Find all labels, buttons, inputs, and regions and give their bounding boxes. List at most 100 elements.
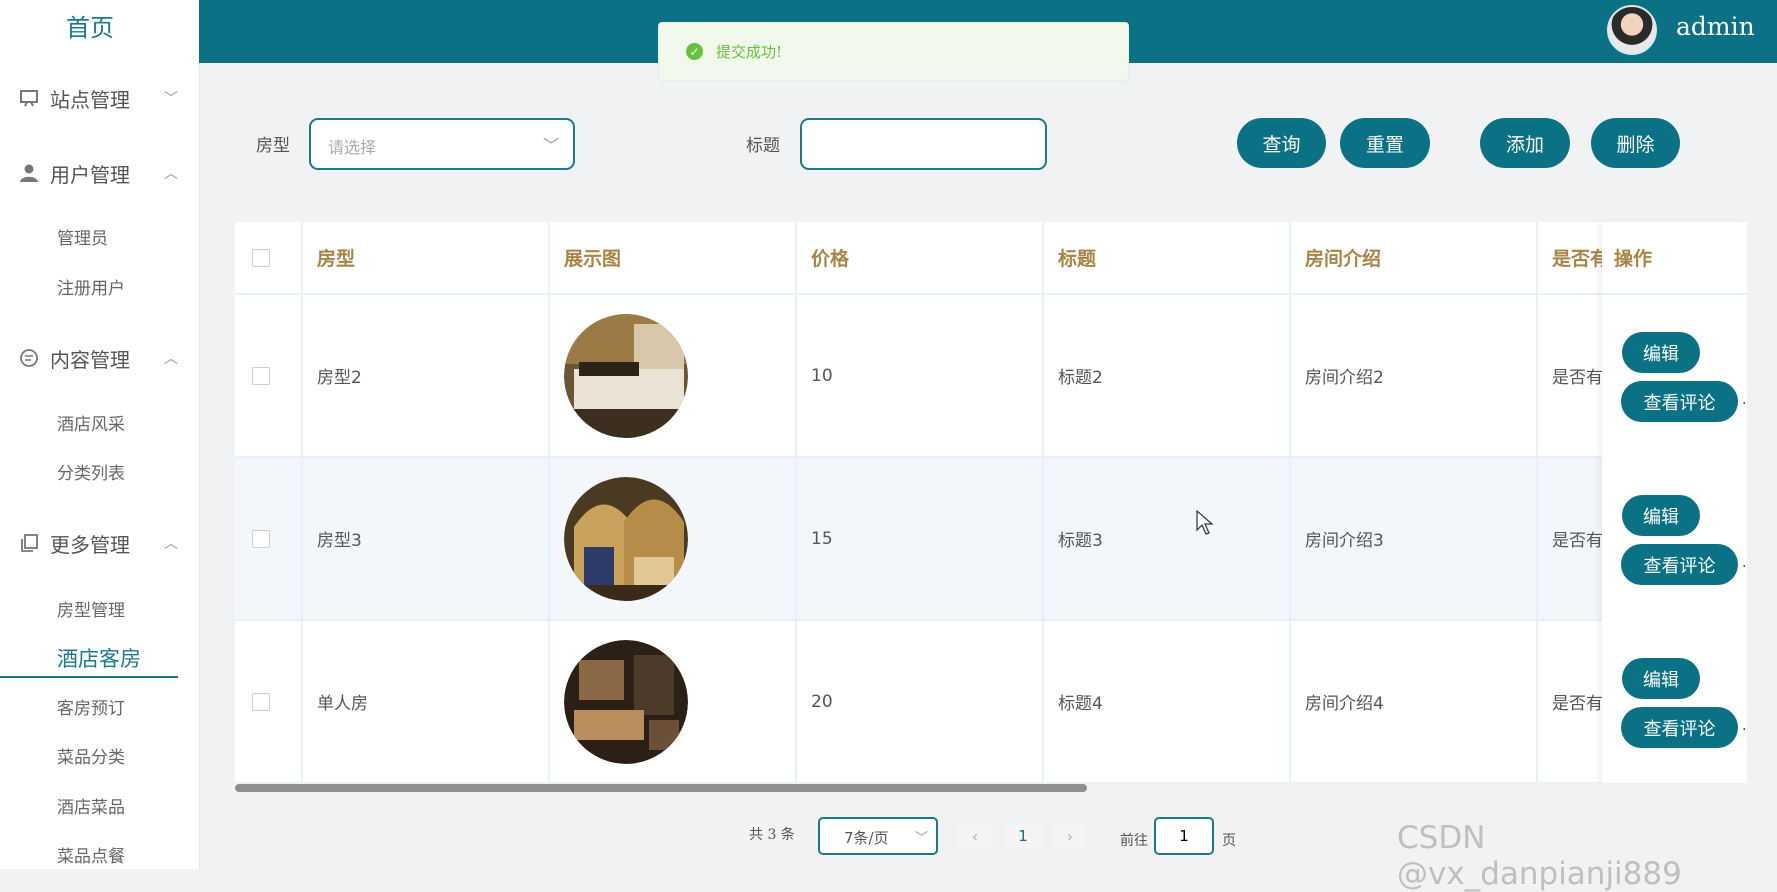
toast-message: 提交成功! — [716, 43, 783, 61]
cell-intro: 房间介绍2 — [1291, 295, 1538, 456]
reset-button[interactable]: 重置 — [1340, 118, 1430, 168]
check-circle-icon: ✓ — [686, 43, 703, 60]
cell-intro: 房间介绍4 — [1291, 621, 1538, 782]
sidebar-item-hotel-gallery[interactable]: 酒店风采 — [57, 410, 125, 435]
cell-image — [550, 295, 797, 456]
row-checkbox[interactable] — [252, 692, 270, 711]
cell-title: 标题3 — [1044, 458, 1291, 619]
delete-button[interactable]: 删除 — [1591, 118, 1680, 168]
cell-roomtype: 单人房 — [303, 621, 550, 782]
row-select-cell — [235, 621, 303, 782]
menu-group-label: 用户管理 — [50, 162, 130, 187]
roomtype-placeholder: 请选择 — [328, 138, 377, 157]
row-checkbox[interactable] — [252, 366, 270, 385]
more-dot: . — [1742, 555, 1747, 571]
avatar[interactable] — [1607, 5, 1657, 55]
table-row[interactable]: 房型3 15 标题3 房间介绍3 是否有 — [235, 458, 1747, 621]
cell-title: 标题4 — [1044, 621, 1291, 782]
edit-button[interactable]: 编辑 — [1622, 332, 1700, 373]
view-comments-button[interactable]: 查看评论 — [1621, 707, 1738, 748]
prev-page-button[interactable]: ‹ — [958, 820, 992, 852]
active-indicator — [0, 676, 178, 678]
username[interactable]: admin — [1676, 12, 1755, 41]
page-size-value: 7条/页 — [844, 829, 889, 847]
chevron-down-icon: ﹀ — [164, 91, 178, 107]
sidebar-item-admins[interactable]: 管理员 — [57, 224, 108, 249]
edit-button[interactable]: 编辑 — [1622, 495, 1700, 536]
cell-roomtype: 房型3 — [303, 458, 550, 619]
edit-button[interactable]: 编辑 — [1622, 658, 1700, 699]
column-header[interactable]: 价格 — [797, 222, 1044, 295]
room-image[interactable] — [564, 639, 688, 764]
query-button[interactable]: 查询 — [1237, 118, 1326, 168]
column-header[interactable]: 房型 — [303, 222, 550, 295]
user-icon — [18, 162, 40, 184]
roomtype-select[interactable]: 请选择 ﹀ — [309, 118, 575, 170]
chevron-up-icon: ︿ — [164, 166, 178, 182]
table-row[interactable]: 单人房 20 标题4 房间介绍4 是否有 — [235, 621, 1747, 784]
title-label: 标题 — [746, 136, 780, 156]
mouse-cursor-icon — [1196, 510, 1214, 535]
cell-price: 15 — [797, 458, 1044, 619]
table-row[interactable]: 房型2 10 标题2 房间介绍2 是否有 — [235, 295, 1747, 458]
room-table: 房型 展示图 价格 标题 房间介绍 是否有 房型2 10 标题2 房间介绍2 是… — [235, 222, 1747, 784]
home-link[interactable]: 首页 — [0, 8, 180, 43]
chevron-down-icon: ﹀ — [542, 136, 559, 155]
add-button[interactable]: 添加 — [1480, 118, 1570, 168]
sidebar-item-registered-users[interactable]: 注册用户 — [57, 274, 125, 299]
next-page-button[interactable]: › — [1053, 820, 1087, 852]
column-header[interactable]: 展示图 — [550, 222, 797, 295]
scrollbar-thumb[interactable] — [235, 784, 1087, 792]
room-image[interactable] — [564, 476, 688, 601]
chevron-down-icon: ﹀ — [914, 831, 928, 846]
menu-group-label: 站点管理 — [50, 87, 130, 112]
sidebar-item-dish-categories[interactable]: 菜品分类 — [57, 743, 125, 768]
title-input[interactable] — [800, 118, 1047, 170]
chevron-up-icon: ︿ — [164, 351, 178, 367]
room-image[interactable] — [564, 313, 688, 438]
view-comments-button[interactable]: 查看评论 — [1621, 381, 1738, 422]
sidebar-item-room-types[interactable]: 房型管理 — [57, 596, 125, 621]
goto-suffix: 页 — [1222, 833, 1236, 849]
sidebar-item-room-booking[interactable]: 客房预订 — [57, 694, 125, 719]
sidebar-item-hotel-rooms[interactable]: 酒店客房 — [57, 643, 141, 673]
menu-group-site[interactable]: 站点管理 ﹀ — [18, 83, 178, 113]
row-checkbox[interactable] — [252, 529, 270, 548]
chevron-up-icon: ︿ — [164, 536, 178, 552]
more-dot: . — [1742, 718, 1747, 734]
menu-group-more[interactable]: 更多管理 ︿ — [18, 528, 178, 558]
row-select-cell — [235, 295, 303, 456]
sidebar-item-category-list[interactable]: 分类列表 — [57, 459, 125, 484]
menu-group-label: 内容管理 — [50, 347, 130, 372]
menu-group-content[interactable]: 内容管理 ︿ — [18, 343, 178, 373]
cell-roomtype: 房型2 — [303, 295, 550, 456]
cell-price: 10 — [797, 295, 1044, 456]
copy-icon — [18, 532, 40, 554]
sidebar-item-hotel-dishes[interactable]: 酒店菜品 — [57, 793, 125, 818]
header-select-all — [235, 222, 303, 295]
watermark: CSDN @vx_danpianji889 — [1397, 820, 1682, 892]
cell-image — [550, 621, 797, 782]
view-comments-button[interactable]: 查看评论 — [1621, 544, 1738, 585]
cell-title: 标题2 — [1044, 295, 1291, 456]
menu-group-label: 更多管理 — [50, 532, 130, 557]
total-count: 共 3 条 — [749, 827, 795, 843]
goto-page-input[interactable] — [1154, 817, 1214, 855]
cell-intro: 房间介绍3 — [1291, 458, 1538, 619]
column-header: 操作 — [1602, 222, 1747, 295]
sidebar: 首页 站点管理 ﹀ 用户管理 ︿ 管理员 注册用户 内容管理 ︿ 酒店风采 分类… — [0, 0, 200, 869]
page-number[interactable]: 1 — [1005, 820, 1041, 852]
select-all-checkbox[interactable] — [252, 248, 270, 267]
row-select-cell — [235, 458, 303, 619]
cell-image — [550, 458, 797, 619]
column-header[interactable]: 标题 — [1044, 222, 1291, 295]
menu-group-user[interactable]: 用户管理 ︿ — [18, 158, 178, 188]
goto-label: 前往 — [1120, 833, 1148, 849]
column-header[interactable]: 房间介绍 — [1291, 222, 1538, 295]
monitor-icon — [18, 87, 40, 109]
cell-price: 20 — [797, 621, 1044, 782]
page-size-select[interactable]: 7条/页 ﹀ — [818, 817, 938, 855]
success-toast: ✓ 提交成功! — [658, 22, 1129, 81]
operations-column: 操作 编辑 查看评论 . 编辑 查看评论 . 编辑 查看评论 . — [1602, 222, 1747, 784]
sidebar-item-dish-orders[interactable]: 菜品点餐 — [57, 842, 125, 867]
